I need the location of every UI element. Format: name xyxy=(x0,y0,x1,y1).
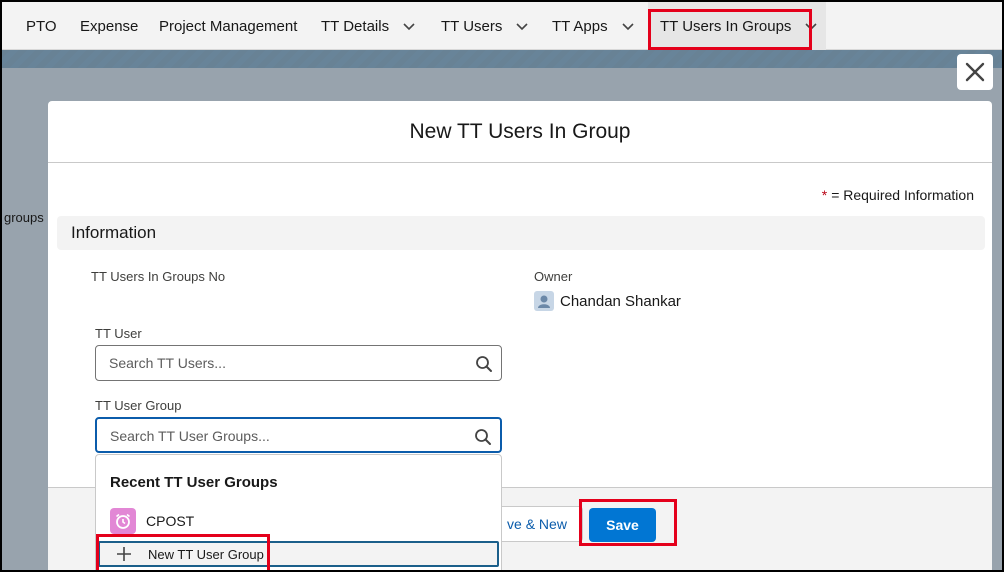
required-info-text: = Required Information xyxy=(831,187,974,203)
user-group-lookup-dropdown: Recent TT User Groups CPOST New TT User … xyxy=(95,454,502,570)
nav-tab-expense[interactable]: Expense xyxy=(80,2,138,50)
required-info-note: * = Required Information xyxy=(822,187,974,203)
modal-title: New TT Users In Group xyxy=(48,101,992,163)
recent-group-label: CPOST xyxy=(146,513,195,529)
owner-label: Owner xyxy=(534,269,573,284)
close-modal-button[interactable] xyxy=(957,54,993,90)
nav-tab-tt-users[interactable]: TT Users xyxy=(441,2,528,50)
tt-user-search-input[interactable] xyxy=(96,346,456,380)
recent-group-option[interactable]: CPOST xyxy=(110,508,194,534)
nav-tab-label: Project Management xyxy=(159,17,298,35)
tt-user-group-label: TT User Group xyxy=(95,398,182,413)
tt-user-group-search-input[interactable] xyxy=(97,419,457,453)
save-button[interactable]: Save xyxy=(589,508,656,542)
new-user-group-label: New TT User Group xyxy=(148,546,264,562)
nav-tab-label: Expense xyxy=(80,17,139,35)
section-title: Information xyxy=(71,223,157,242)
nav-tab-pto[interactable]: PTO xyxy=(26,2,57,50)
record-number-label: TT Users In Groups No xyxy=(91,269,226,284)
user-avatar-icon xyxy=(538,295,550,308)
nav-tab-tt-users-in-groups[interactable]: TT Users In Groups xyxy=(648,2,826,50)
top-nav: PTO Expense Project Management TT Detail… xyxy=(2,2,1002,50)
avatar xyxy=(534,291,554,311)
owner-value[interactable]: Chandan Shankar xyxy=(534,291,681,311)
nav-tab-label: TT Users xyxy=(441,17,503,35)
nav-tab-label: TT Users In Groups xyxy=(660,17,792,35)
nav-tab-label: TT Details xyxy=(321,17,390,35)
nav-tab-project-management[interactable]: Project Management xyxy=(159,2,297,50)
nav-tab-tt-details[interactable]: TT Details xyxy=(321,2,415,50)
tt-user-search-field xyxy=(95,345,502,381)
information-section-header[interactable]: Information xyxy=(57,216,985,250)
background-text: groups xyxy=(4,210,44,225)
new-user-group-option[interactable]: New TT User Group xyxy=(98,541,499,567)
close-icon xyxy=(965,62,985,82)
tt-user-label: TT User xyxy=(95,326,142,341)
search-icon xyxy=(475,429,491,445)
save-label: Save xyxy=(606,517,639,533)
save-and-new-label: ve & New xyxy=(507,516,567,532)
owner-name: Chandan Shankar xyxy=(560,292,681,310)
alarm-clock-icon xyxy=(110,508,136,534)
plus-icon xyxy=(117,547,131,561)
nav-tab-label: TT Apps xyxy=(552,17,608,35)
chevron-down-icon[interactable] xyxy=(516,20,528,32)
nav-tab-label: PTO xyxy=(26,17,57,35)
chevron-down-icon[interactable] xyxy=(805,20,818,32)
search-icon xyxy=(476,356,492,372)
chevron-down-icon[interactable] xyxy=(403,20,415,32)
chevron-down-icon[interactable] xyxy=(622,20,634,32)
app-frame: PTO Expense Project Management TT Detail… xyxy=(0,0,1004,572)
tt-user-group-search-field xyxy=(95,417,502,453)
nav-tab-tt-apps[interactable]: TT Apps xyxy=(552,2,634,50)
required-asterisk: * xyxy=(821,187,828,203)
recent-groups-heading: Recent TT User Groups xyxy=(110,474,278,491)
